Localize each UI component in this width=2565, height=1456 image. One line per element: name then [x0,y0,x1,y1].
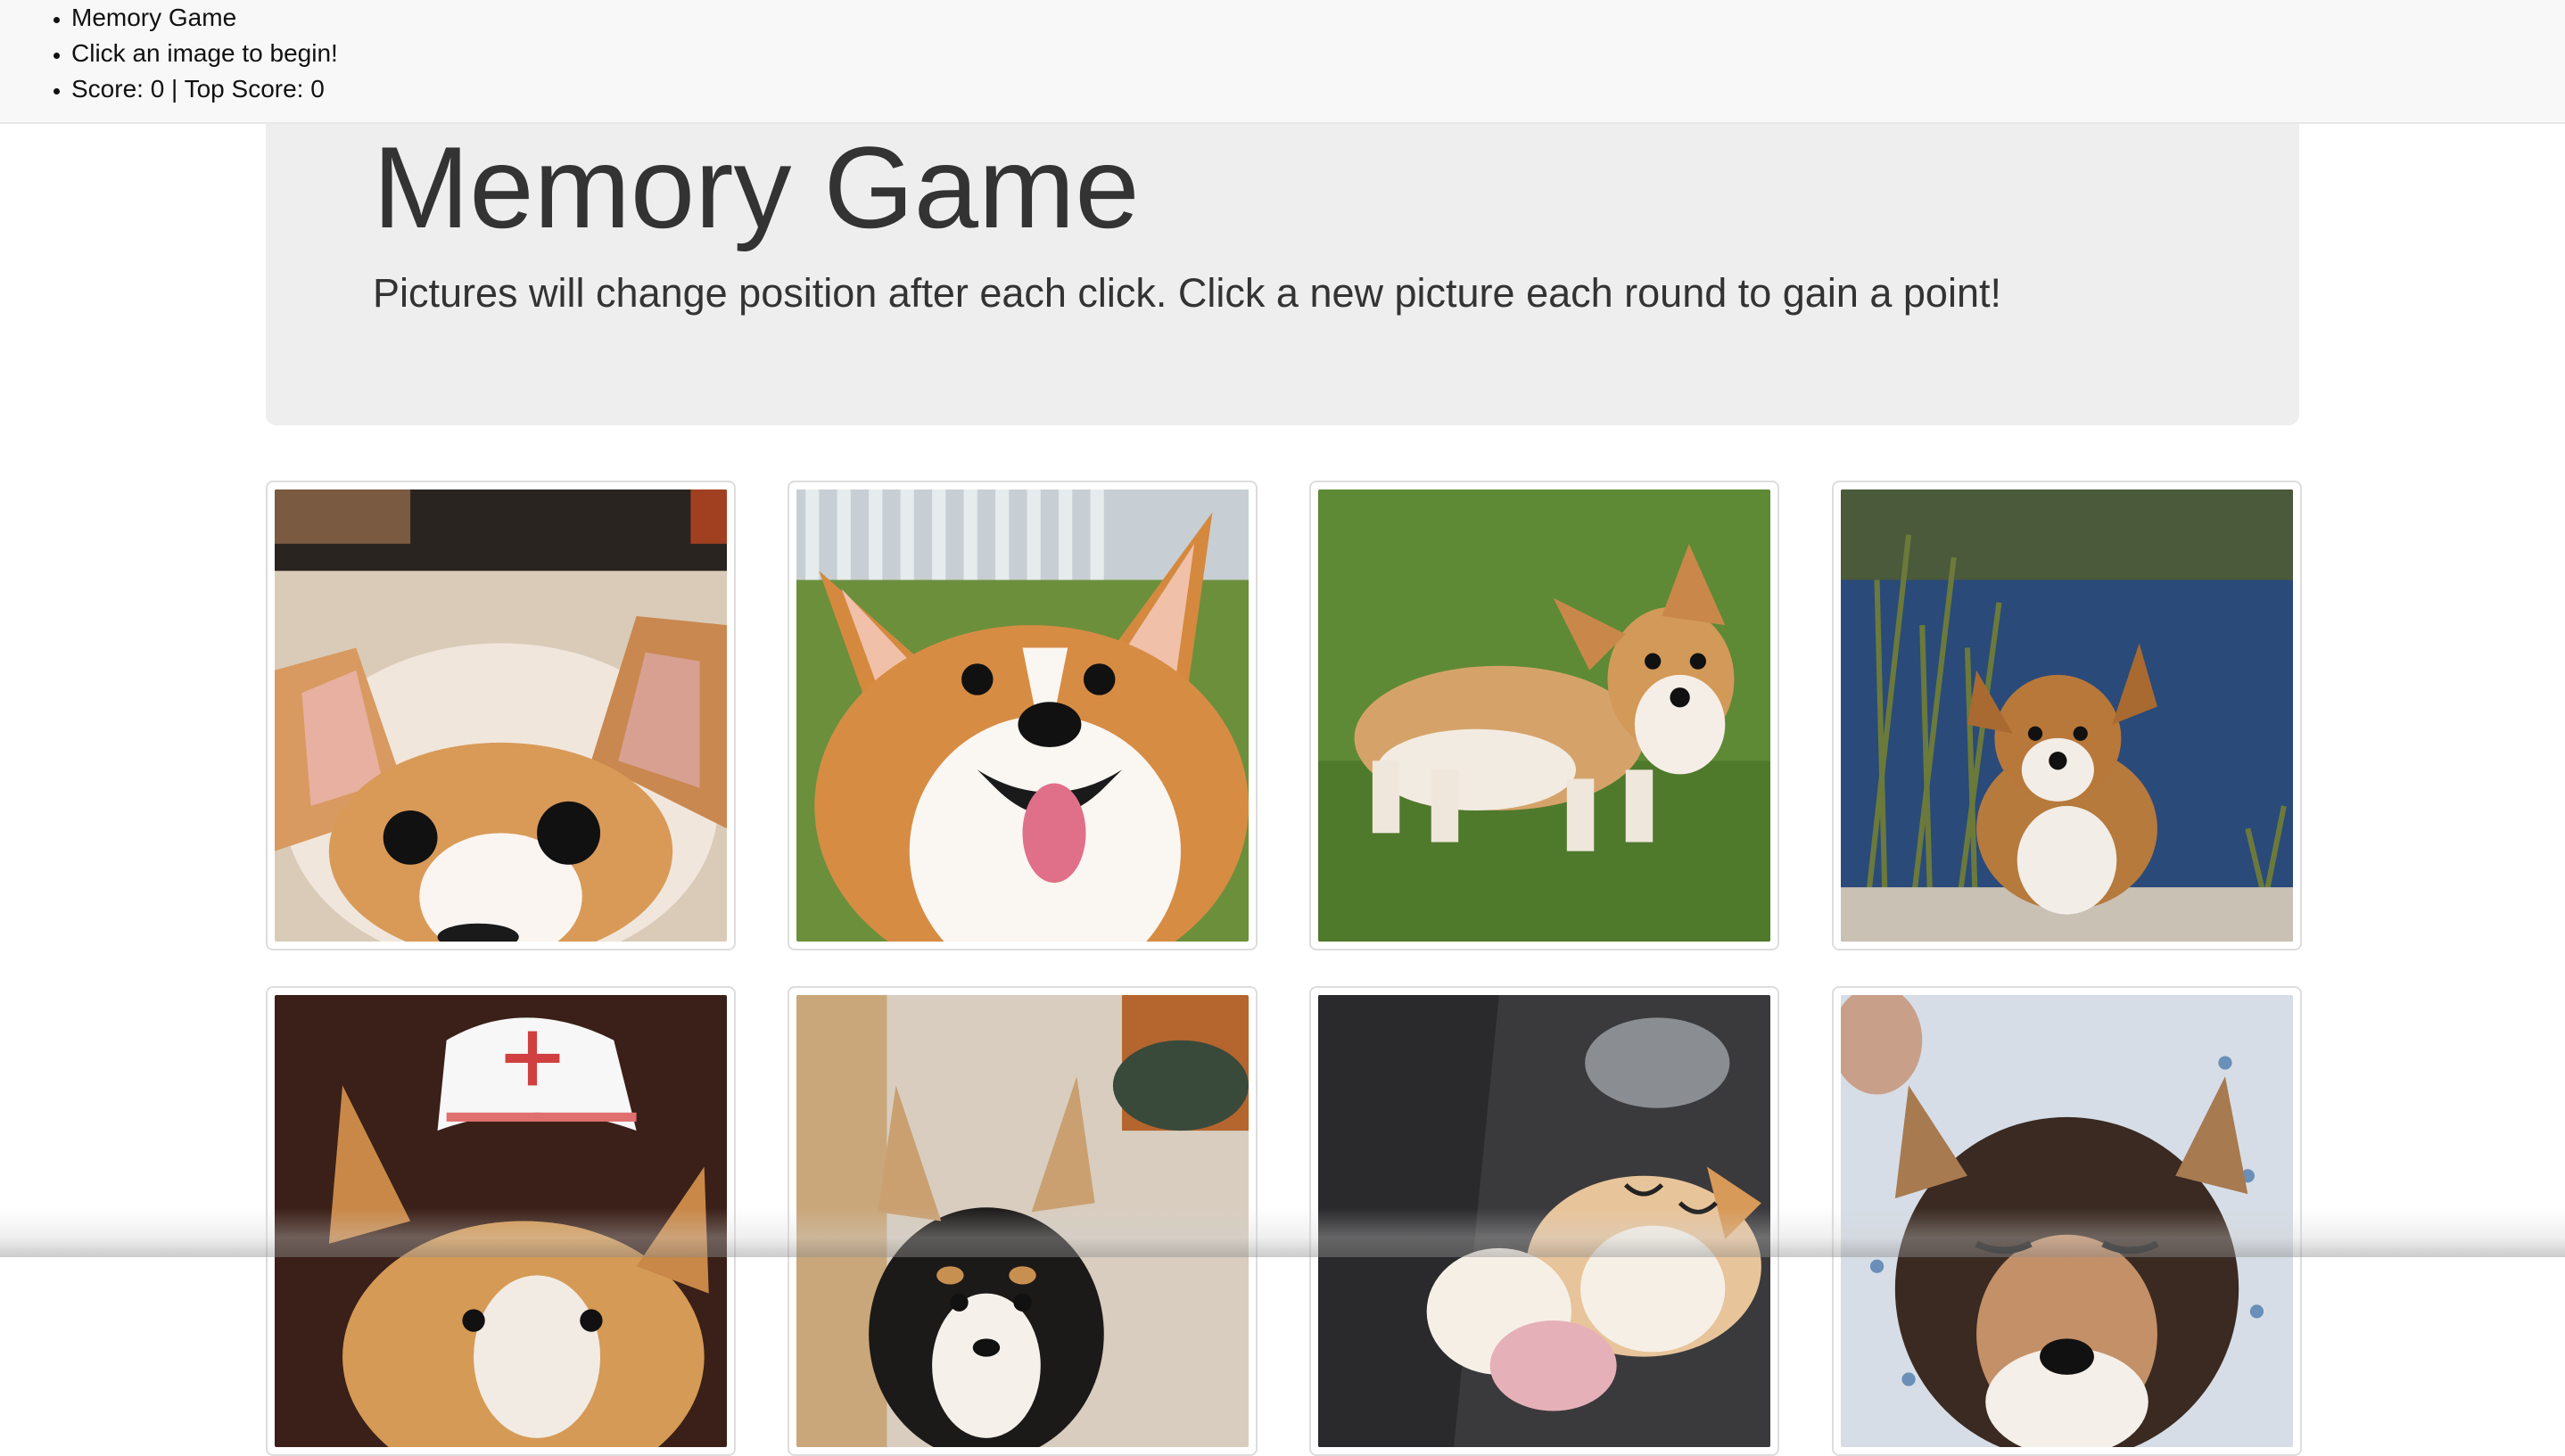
page-subtitle: Pictures will change position after each… [373,270,2001,316]
image-card[interactable] [266,481,736,950]
image-card[interactable] [1309,481,1779,950]
image-card[interactable] [1832,986,2302,1456]
image-card[interactable] [1832,481,2302,950]
corgi-image[interactable] [796,489,1249,942]
corgi-image[interactable] [1318,489,1770,942]
image-card[interactable] [788,986,1258,1456]
corgi-image[interactable] [796,995,1249,1447]
corgi-image[interactable] [1841,995,2293,1447]
corgi-image[interactable] [275,489,727,942]
image-card[interactable] [266,986,736,1456]
nav-item-message: Click an image to begin! [71,36,338,71]
jumbotron: Memory Game Pictures will change positio… [266,124,2299,425]
corgi-image[interactable] [275,995,727,1447]
corgi-image[interactable] [1841,489,2293,942]
corgi-image[interactable] [1318,995,1770,1447]
page-title: Memory Game [373,122,1140,252]
nav-list: Memory Game Click an image to begin! Sco… [71,0,338,107]
navbar: Memory Game Click an image to begin! Sco… [0,0,2565,124]
image-card[interactable] [788,481,1258,950]
image-card[interactable] [1309,986,1779,1456]
nav-item-brand[interactable]: Memory Game [71,0,338,36]
nav-item-score: Score: 0 | Top Score: 0 [71,71,338,107]
